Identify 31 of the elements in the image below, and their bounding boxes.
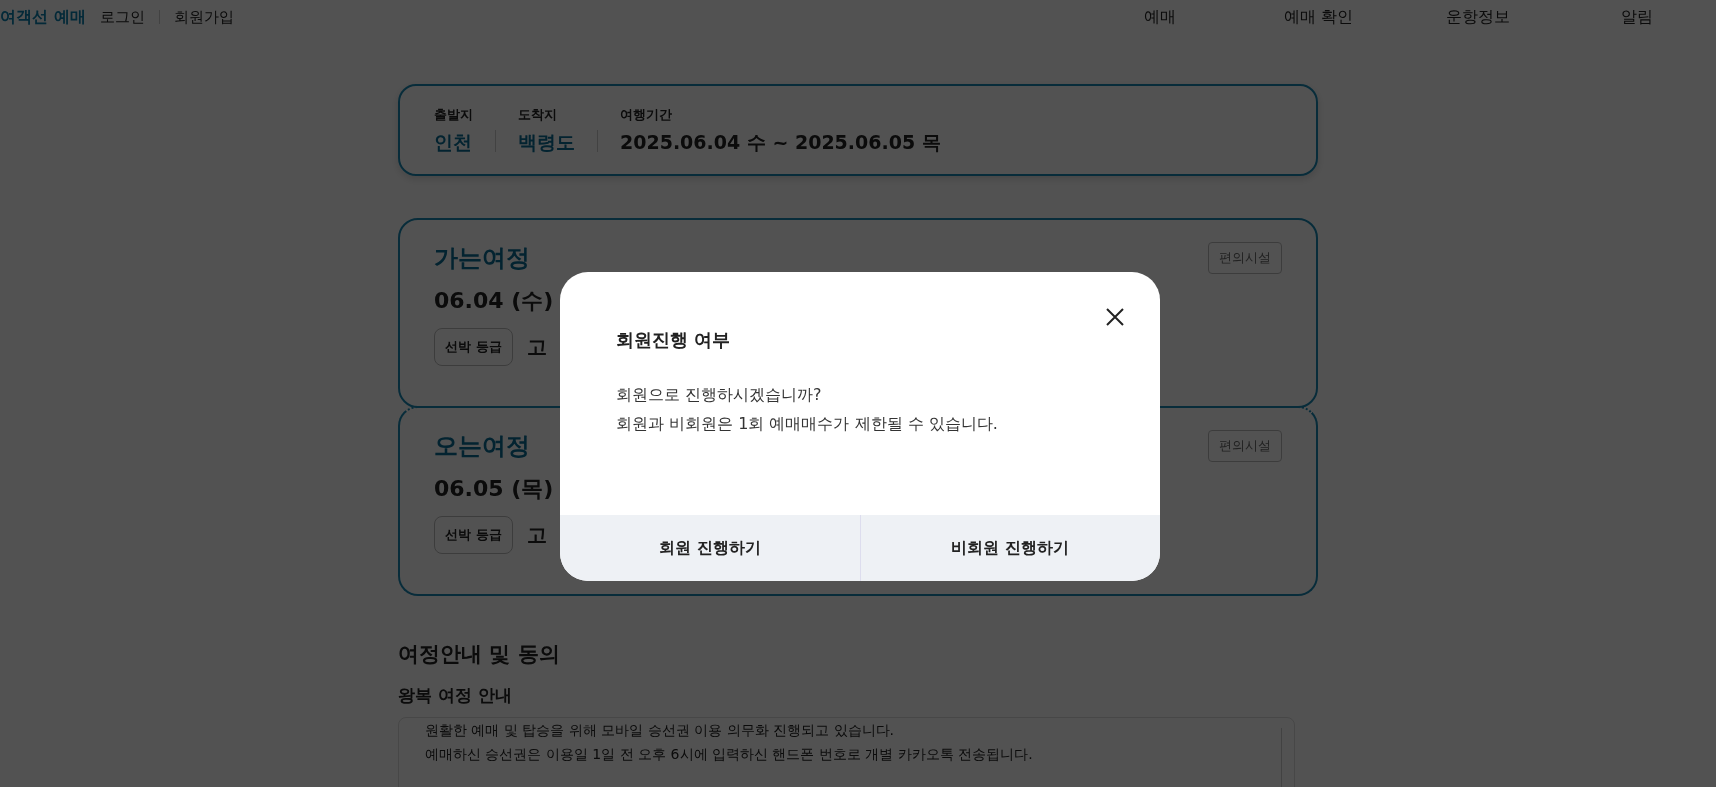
field-value: 백령도 bbox=[518, 130, 575, 155]
dialog-title: 회원진행 여부 bbox=[616, 328, 732, 352]
dialog-message: 회원과 비회원은 1회 예매매수가 제한될 수 있습니다. bbox=[616, 413, 999, 435]
nav-link[interactable]: 운항정보 bbox=[1398, 6, 1557, 28]
grade-value: 고 bbox=[526, 521, 547, 549]
dialog-button[interactable]: 회원 진행하기 bbox=[560, 515, 860, 581]
field-label: 여행기간 bbox=[620, 106, 673, 124]
section-title: 여정안내 및 동의 bbox=[398, 641, 561, 668]
auth-link[interactable]: 로그인 bbox=[99, 7, 145, 27]
journey-title: 가는여정 bbox=[434, 243, 530, 274]
field-value: 2025.06.04 수 ~ 2025.06.05 목 bbox=[620, 130, 941, 155]
site-logo[interactable]: 여객선 예매 bbox=[0, 6, 86, 28]
nav-link[interactable]: 알림 bbox=[1557, 6, 1716, 28]
section-subtitle: 왕복 여정 안내 bbox=[398, 684, 513, 707]
grade-label: 선박 등급 bbox=[434, 328, 513, 366]
close-icon[interactable] bbox=[1105, 307, 1125, 327]
guide-text: 예매하신 승선권은 이용일 1일 전 오후 6시에 입력하신 핸드폰 번호로 개별 카카오톡 전송됩니다. bbox=[425, 746, 1034, 764]
grade-label: 선박 등급 bbox=[434, 516, 513, 554]
nav-link[interactable]: 예매 bbox=[1080, 6, 1239, 28]
journey-date: 06.04 (수) bbox=[434, 287, 555, 315]
field-label: 출발지 bbox=[434, 106, 473, 124]
dialog-button[interactable]: 비회원 진행하기 bbox=[859, 515, 1160, 581]
journey-date: 06.05 (목) bbox=[434, 475, 555, 503]
auth-link[interactable]: 회원가입 bbox=[173, 7, 234, 27]
grade-value: 고 bbox=[526, 333, 547, 361]
dialog-message: 회원으로 진행하시겠습니까? bbox=[616, 384, 823, 406]
journey-title: 오는여정 bbox=[434, 431, 530, 462]
guide-text: 원활한 예매 및 탑승을 위해 모바일 승선권 이용 의무화 진행되고 있습니다. bbox=[425, 722, 895, 740]
field-label: 도착지 bbox=[518, 106, 558, 124]
nav-link[interactable]: 예매 확인 bbox=[1239, 6, 1398, 28]
field-value: 인천 bbox=[434, 130, 473, 155]
